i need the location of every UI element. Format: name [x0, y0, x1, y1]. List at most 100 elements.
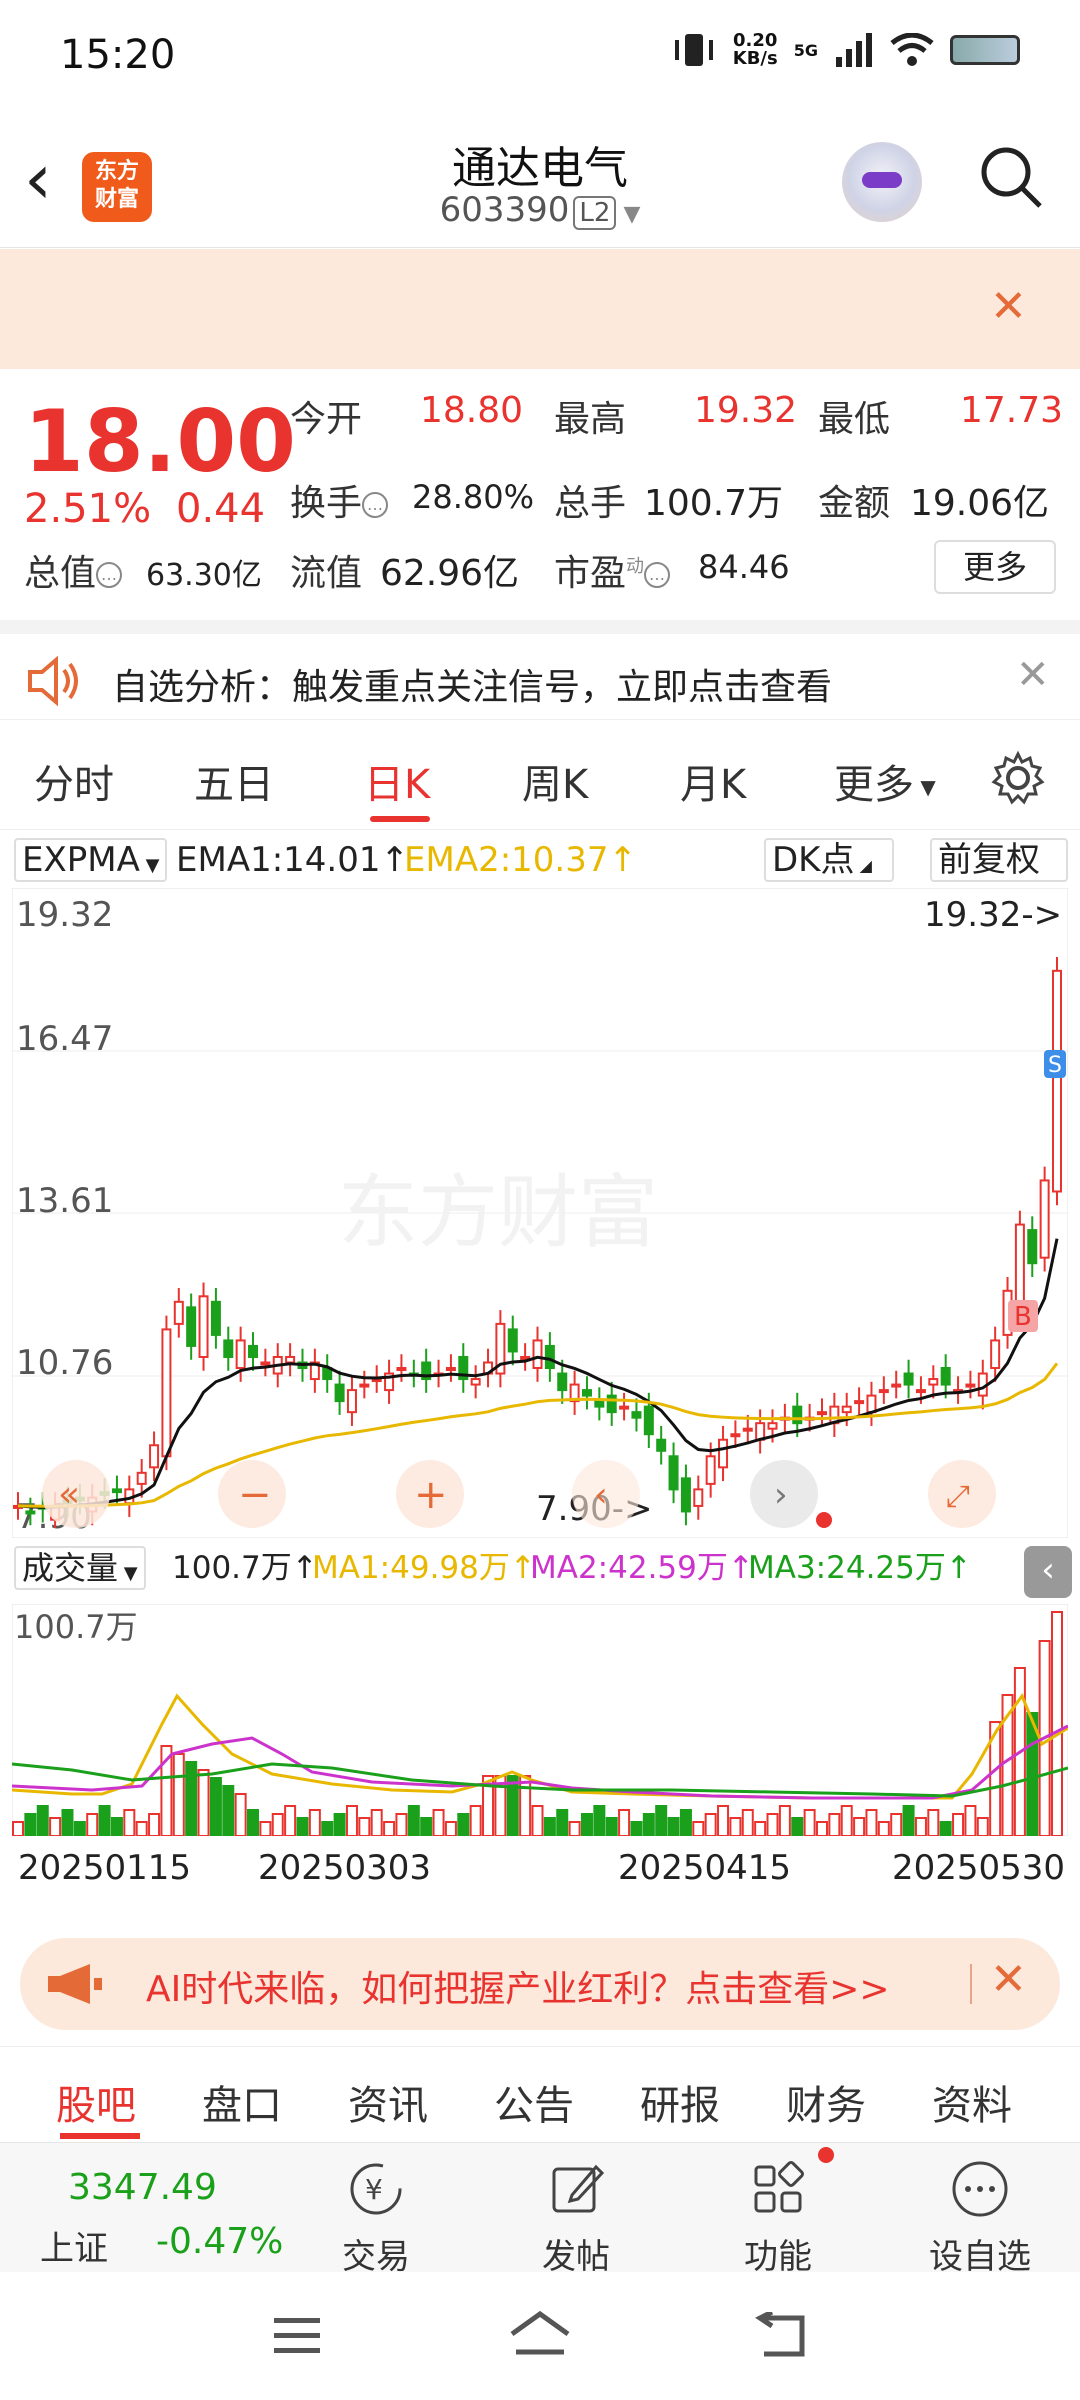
menu-icon[interactable]: [272, 2316, 324, 2356]
candle: [285, 1355, 296, 1364]
ai-assistant-icon[interactable]: [842, 142, 922, 222]
info-icon[interactable]: …: [96, 562, 123, 588]
volume-bar: [976, 1817, 989, 1836]
volume-bar: [209, 1777, 222, 1836]
volume-bar: [259, 1821, 272, 1836]
candle: [792, 1405, 803, 1425]
date-label: 20250530: [892, 1848, 1066, 1888]
volume-indicator-select[interactable]: 成交量 ▼: [14, 1546, 146, 1590]
tab-news[interactable]: 资讯: [348, 2073, 428, 2131]
date-label: 20250115: [18, 1848, 192, 1888]
back-nav-icon[interactable]: [752, 2312, 808, 2360]
candle: [903, 1372, 914, 1386]
notification-dot: [818, 2147, 834, 2163]
dk-point-select[interactable]: DK点 ◢: [764, 838, 894, 882]
volume-bar: [766, 1813, 779, 1836]
post-button[interactable]: 发帖: [506, 2159, 646, 2278]
tab-weekly-k[interactable]: 周K: [522, 752, 588, 810]
ad-close-icon[interactable]: ✕: [990, 1954, 1027, 2005]
volume-bar: [358, 1817, 371, 1836]
volume-bar: [630, 1821, 643, 1836]
ai-promo-banner[interactable]: AI时代来临，如何把握产业红利？点击查看>> ✕: [20, 1938, 1060, 2030]
add-watchlist-button[interactable]: 设自选: [910, 2159, 1050, 2278]
volume-chart[interactable]: 100.7万: [12, 1604, 1068, 1836]
info-icon[interactable]: …: [644, 562, 671, 588]
tab-financials[interactable]: 财务: [786, 2073, 866, 2131]
candle: [680, 1477, 691, 1513]
volume-bar: [865, 1809, 878, 1836]
volume-bar: [618, 1809, 631, 1836]
candle: [606, 1394, 617, 1414]
candle: [656, 1438, 667, 1452]
zoom-out-button[interactable]: −: [218, 1460, 286, 1528]
candle: [260, 1361, 271, 1366]
megaphone-icon: [48, 1964, 102, 2004]
fullscreen-button[interactable]: ⤢: [928, 1460, 996, 1528]
tab-monthly-k[interactable]: 月K: [680, 752, 746, 810]
alert-close-icon[interactable]: ✕: [1016, 652, 1050, 698]
candle: [643, 1405, 654, 1436]
tab-forum[interactable]: 股吧: [56, 2073, 136, 2131]
volume-bar: [383, 1821, 396, 1836]
status-time: 15:20: [60, 32, 176, 78]
open-value: 18.80: [420, 390, 524, 431]
y-axis-top: 19.32: [16, 895, 113, 935]
volume-bar: [1051, 1611, 1063, 1836]
info-icon[interactable]: …: [362, 492, 389, 518]
volume-bar: [135, 1821, 148, 1836]
high-value: 19.32: [694, 390, 798, 431]
home-icon[interactable]: [508, 2310, 572, 2358]
tab-more[interactable]: 更多 ▼: [834, 752, 936, 810]
candle: [619, 1405, 630, 1410]
candle: [581, 1389, 592, 1397]
indicator-select[interactable]: EXPMA ▼: [14, 838, 168, 882]
volume-bar: [717, 1805, 730, 1836]
date-label: 20250415: [618, 1848, 792, 1888]
volume-value: 100.7万↑: [172, 1550, 318, 1586]
promo-banner[interactable]: ✕: [0, 249, 1080, 369]
tab-order-book[interactable]: 盘口: [202, 2073, 282, 2131]
trade-button[interactable]: ¥ 交易: [306, 2159, 446, 2278]
net-speed: 0.20 KB/s: [732, 30, 778, 69]
volume-bar: [543, 1817, 556, 1836]
tab-five-day[interactable]: 五日: [194, 752, 274, 810]
tab-intraday[interactable]: 分时: [34, 752, 114, 810]
volume-bar: [296, 1817, 309, 1836]
more-quote-button[interactable]: 更多: [934, 540, 1056, 594]
volume-bar: [457, 1813, 470, 1836]
collapse-panel-button[interactable]: ‹: [1024, 1546, 1072, 1598]
candle: [730, 1433, 741, 1438]
volume-bar: [939, 1821, 952, 1836]
gear-icon[interactable]: [990, 750, 1046, 806]
volume-bar: [432, 1809, 445, 1836]
volume-bar: [679, 1809, 692, 1836]
volume-bar: [148, 1813, 161, 1836]
candle: [359, 1383, 370, 1388]
kline-chart[interactable]: 东方财富 19.32 16.47 13.61 10.76 7.90 19.32-…: [12, 888, 1068, 1538]
adjust-select[interactable]: 前复权: [930, 838, 1068, 882]
level2-badge: L2: [573, 196, 617, 230]
scroll-right-button[interactable]: ›: [750, 1460, 818, 1528]
volume-bar: [704, 1813, 717, 1836]
tab-profile[interactable]: 资料: [932, 2073, 1012, 2131]
tab-announcements[interactable]: 公告: [494, 2073, 574, 2131]
volume-bar: [469, 1805, 482, 1836]
speaker-icon: [28, 656, 78, 706]
tab-research[interactable]: 研报: [640, 2073, 720, 2131]
high-marker: 19.32->: [924, 895, 1062, 935]
float-value: 62.96亿: [380, 553, 520, 594]
volume-bar: [321, 1821, 334, 1836]
banner-close-icon[interactable]: ✕: [990, 281, 1027, 332]
scroll-far-left-button[interactable]: «: [42, 1460, 110, 1528]
watchlist-alert[interactable]: 自选分析：触发重点关注信号，立即点击查看 ✕: [0, 620, 1080, 720]
candle: [705, 1455, 716, 1485]
tab-daily-k[interactable]: 日K: [364, 752, 430, 810]
functions-button[interactable]: 功能: [708, 2159, 848, 2278]
volume-bar: [952, 1813, 965, 1836]
index-quote[interactable]: 3347.49 上证 -0.47%: [0, 2143, 300, 2273]
chevron-down-icon: ▼: [616, 202, 641, 227]
candle: [346, 1389, 357, 1414]
zoom-in-button[interactable]: +: [396, 1460, 464, 1528]
search-icon[interactable]: [978, 144, 1044, 210]
scroll-left-button[interactable]: ‹: [572, 1460, 640, 1528]
